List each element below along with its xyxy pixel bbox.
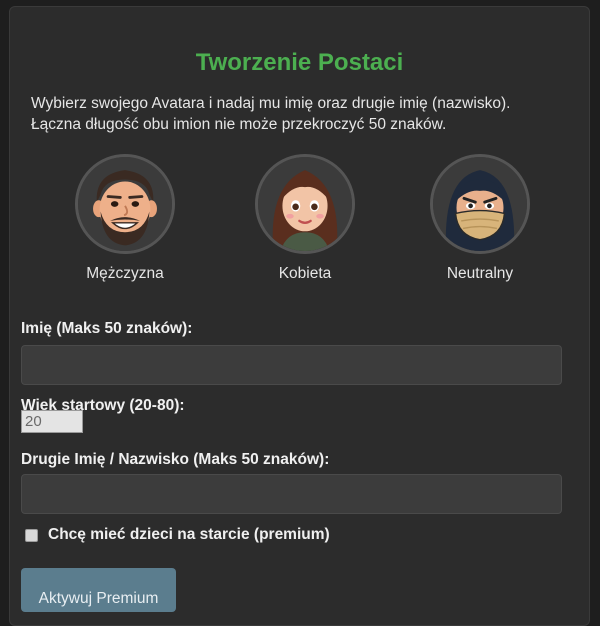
age-input[interactable] [21, 410, 83, 433]
avatar-option-male[interactable]: Mężczyzna [55, 154, 195, 283]
intro-text: Wybierz swojego Avatara i nadaj mu imię … [31, 93, 571, 135]
female-avatar-icon[interactable] [255, 154, 355, 254]
avatar-option-female[interactable]: Kobieta [235, 154, 375, 283]
avatar-option-neutral[interactable]: Neutralny [410, 154, 550, 283]
intro-line-1: Wybierz swojego Avatara i nadaj mu imię … [31, 95, 511, 112]
last-name-label: Drugie Imię / Nazwisko (Maks 50 znaków): [21, 451, 330, 468]
last-name-input[interactable] [21, 474, 562, 514]
children-checkbox[interactable] [25, 528, 38, 542]
children-checkbox-label: Chcę mieć dzieci na starcie (premium) [48, 526, 330, 543]
neutral-avatar-icon[interactable] [430, 154, 530, 254]
activate-premium-button[interactable]: Aktywuj Premium [21, 568, 176, 612]
avatar-label-neutral: Neutralny [446, 265, 514, 282]
intro-line-2: Łączna długość obu imion nie może przekr… [31, 116, 447, 133]
avatar-label-female: Kobieta [278, 265, 332, 282]
page-title: Tworzenie Postaci [195, 49, 404, 76]
children-checkbox-row[interactable]: Chcę mieć dzieci na starcie (premium) [25, 526, 330, 544]
male-avatar-icon[interactable] [75, 154, 175, 254]
first-name-input[interactable] [21, 345, 562, 385]
first-name-label: Imię (Maks 50 znaków): [21, 320, 193, 337]
avatar-label-male: Mężczyzna [86, 265, 164, 282]
